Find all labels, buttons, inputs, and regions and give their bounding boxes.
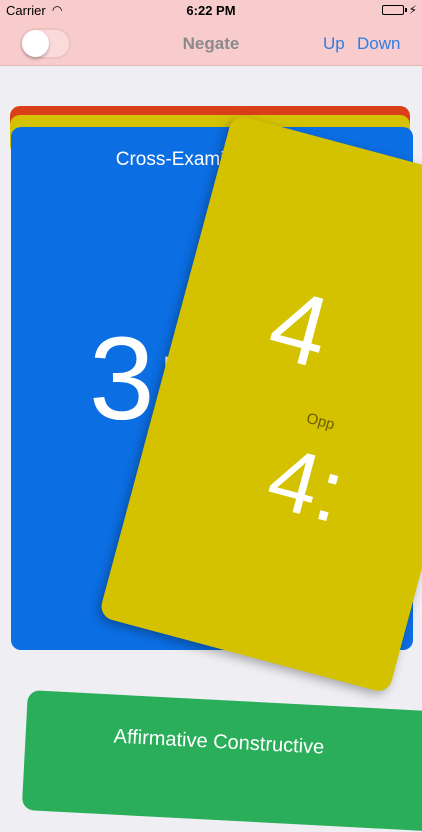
down-button[interactable]: Down: [357, 34, 400, 54]
up-button[interactable]: Up: [323, 34, 345, 54]
status-bar: Carrier ◠ 6:22 PM ⚡: [0, 0, 422, 22]
card-affirmative-constructive[interactable]: Affirmative Constructive: [21, 690, 422, 832]
card-number: 4: [258, 267, 341, 390]
nav-bar: Negate Up Down: [0, 22, 422, 66]
card-label: Opp: [304, 409, 337, 434]
status-time: 6:22 PM: [186, 3, 236, 18]
charging-bolt-icon: ⚡: [408, 3, 417, 17]
battery-icon: [382, 5, 407, 15]
card-title: Affirmative Constructive: [113, 725, 325, 759]
card-timer: 4:: [258, 426, 355, 542]
